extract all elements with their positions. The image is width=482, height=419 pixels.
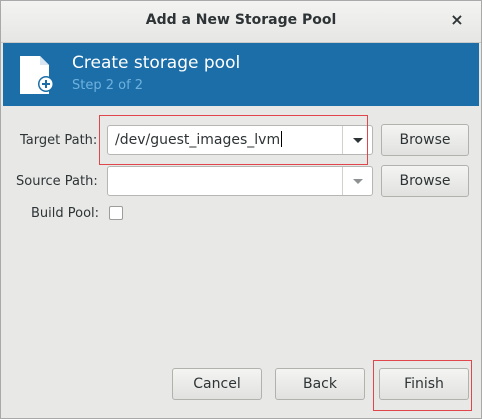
close-icon: × xyxy=(450,10,464,29)
wizard-title: Create storage pool xyxy=(72,53,241,73)
source-path-input[interactable] xyxy=(108,167,342,195)
cancel-button[interactable]: Cancel xyxy=(172,368,262,400)
source-browse-button[interactable]: Browse xyxy=(381,165,469,197)
source-path-dropdown-button[interactable] xyxy=(342,167,372,195)
add-storage-pool-dialog: Add a New Storage Pool × Create storage … xyxy=(0,0,482,419)
wizard-banner: Create storage pool Step 2 of 2 xyxy=(3,43,479,106)
source-path-label: Source Path: xyxy=(16,174,98,189)
chevron-down-icon xyxy=(353,138,363,143)
back-button[interactable]: Back xyxy=(275,368,365,400)
dialog-title: Add a New Storage Pool xyxy=(145,12,337,28)
build-pool-label: Build Pool: xyxy=(31,206,100,221)
close-button[interactable]: × xyxy=(447,10,467,30)
text-cursor xyxy=(281,131,283,147)
source-path-combo[interactable] xyxy=(107,166,373,196)
new-storage-pool-icon xyxy=(20,56,54,94)
target-path-input[interactable]: /dev/guest_images_lvm xyxy=(108,126,342,154)
target-path-combo[interactable]: /dev/guest_images_lvm xyxy=(107,125,373,155)
finish-button[interactable]: Finish xyxy=(379,368,469,400)
target-browse-button[interactable]: Browse xyxy=(381,124,469,156)
wizard-step: Step 2 of 2 xyxy=(72,78,144,93)
target-path-dropdown-button[interactable] xyxy=(342,126,372,154)
chevron-down-icon xyxy=(353,179,363,184)
build-pool-checkbox[interactable] xyxy=(109,206,123,220)
target-path-value: /dev/guest_images_lvm xyxy=(115,132,281,148)
target-path-label: Target Path: xyxy=(20,133,98,148)
dialog-titlebar[interactable]: Add a New Storage Pool × xyxy=(1,1,481,43)
